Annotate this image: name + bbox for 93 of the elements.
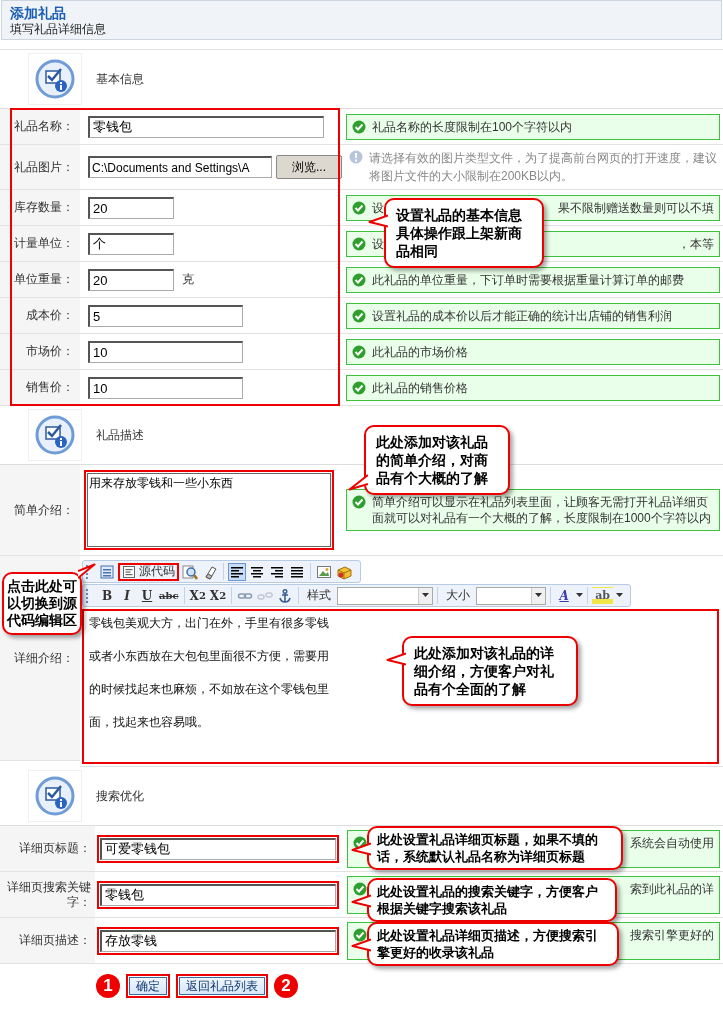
field-label: 库存数量： xyxy=(14,200,74,215)
check-icon xyxy=(352,344,366,359)
hint-text: 果不限制赠送数量则可以不填 xyxy=(558,199,714,216)
document-icon[interactable] xyxy=(99,563,115,580)
callout-text: 此处设置礼品详细页描述，方便搜索引擎更好的收录该礼品 xyxy=(377,927,599,961)
dropdown-label: 样式 xyxy=(307,587,332,604)
hint-text: 此礼品的销售价格 xyxy=(372,379,468,396)
field-label: 计量单位： xyxy=(14,236,74,251)
field-label: 礼品名称： xyxy=(14,119,74,134)
input-field[interactable]: 20 xyxy=(88,196,174,219)
field-label: 成本价： xyxy=(26,308,74,323)
field-label: 礼品图片： xyxy=(14,159,74,175)
field-label: 详细页描述： xyxy=(19,933,91,948)
check-icon xyxy=(352,308,366,323)
callout-text: 设置礼品的基本信息具体操作跟上架新商品相同 xyxy=(396,206,523,260)
input-field[interactable]: 零钱包 xyxy=(100,883,336,906)
section-title: 搜索优化 xyxy=(96,787,144,805)
caret-icon xyxy=(615,593,623,598)
hint-text: ，本等 xyxy=(678,235,714,252)
input-field[interactable]: 个 xyxy=(88,232,174,255)
input-field[interactable]: 10 xyxy=(88,376,243,399)
hint-text: 设 xyxy=(372,235,384,252)
field-label: 详细页搜索关键字： xyxy=(6,879,91,910)
anchor-icon[interactable] xyxy=(277,587,294,604)
callout-text: 点击此处可以切换到源代码编辑区 xyxy=(7,578,77,629)
highlight-button[interactable]: ab xyxy=(592,586,613,605)
field-label: 销售价： xyxy=(26,380,74,395)
checkbox-info-icon xyxy=(35,776,75,816)
unit-label: 克 xyxy=(182,271,194,288)
editor-paragraph: 的时候找起来也麻烦，不如放在这个零钱包里 xyxy=(89,681,329,697)
bold-button[interactable]: B xyxy=(98,586,116,605)
back-button[interactable]: 返回礼品列表 xyxy=(176,974,268,998)
confirm-button[interactable]: 确定 xyxy=(126,974,170,998)
input-field[interactable]: 10 xyxy=(88,340,243,363)
hint-text: 请选择有效的图片类型文件，为了提高前台网页的打开速度，建议将图片文件的大小限制在200KB以内。 xyxy=(369,151,717,183)
caret-icon xyxy=(422,593,430,598)
section-title: 礼品描述 xyxy=(96,426,144,444)
callout-text: 此处添加对该礼品的简单介绍，对商品有个大概的了解 xyxy=(376,433,489,487)
editor-paragraph: 或者小东西放在大包包里面很不方便，需要用 xyxy=(89,648,329,664)
info-icon xyxy=(349,150,363,164)
input-field[interactable]: 可爱零钱包 xyxy=(100,837,336,860)
check-icon xyxy=(352,236,366,251)
hint-text: 系统会自动使用 xyxy=(630,834,714,851)
underline-button[interactable]: U xyxy=(138,586,156,605)
field-label: 市场价： xyxy=(26,344,74,359)
dropdown-field[interactable] xyxy=(476,586,547,605)
input-field[interactable]: 存放零钱 xyxy=(100,929,336,952)
field-label: 单位重量： xyxy=(14,272,74,287)
field-label: 详细页标题： xyxy=(19,841,91,856)
hint-text: 索到此礼品的详 xyxy=(630,880,714,897)
editor-paragraph: 面，找起来也容易哦。 xyxy=(89,714,209,730)
hint-text: 此礼品的单位重量，下订单时需要根据重量计算订单的邮费 xyxy=(372,271,684,288)
browse-button[interactable]: 浏览... xyxy=(276,155,342,179)
hint-text: 设置礼品的成本价以后才能正确的统计出店铺的销售利润 xyxy=(372,307,672,324)
magnifier-icon[interactable] xyxy=(182,563,198,580)
hint-text: 简单介绍可以显示在礼品列表里面，让顾客无需打开礼品详细页面就可以对礼品有一个大概的了解，长度限制在1000个字符以内 xyxy=(372,494,712,526)
caret-icon xyxy=(535,593,543,598)
checkbox-info-icon xyxy=(35,415,75,455)
callout-text: 此处设置礼品的搜索关键字，方便客户根据关键字搜索该礼品 xyxy=(377,883,599,917)
check-icon xyxy=(352,119,366,134)
source-code-button[interactable]: 源代码 xyxy=(118,562,179,581)
page-lines-icon xyxy=(122,564,136,579)
input-field[interactable]: 20 xyxy=(88,268,174,291)
check-icon xyxy=(352,200,366,215)
font-color-button[interactable]: A xyxy=(555,586,574,605)
field-label: 详细介绍： xyxy=(14,650,74,666)
input-field[interactable]: C:\Documents and Settings\A xyxy=(88,156,272,178)
editor-paragraph: 零钱包美观大方，出门在外，手里有很多零钱 xyxy=(89,615,329,631)
hint-text: 此礼品的市场价格 xyxy=(372,343,468,360)
check-icon xyxy=(352,380,366,395)
caret-icon xyxy=(576,593,584,598)
number-badge: 2 xyxy=(274,974,298,998)
image-icon[interactable] xyxy=(316,563,332,580)
check-icon xyxy=(352,272,366,287)
callout-text: 此处设置礼品详细页标题，如果不填的话，系统默认礼品名称为详细页标题 xyxy=(377,831,599,865)
hint-text: 礼品名称的长度限制在100个字符以内 xyxy=(372,118,573,135)
input-field[interactable]: 零钱包 xyxy=(88,115,324,138)
section-title: 基本信息 xyxy=(96,70,144,88)
checkbox-info-icon xyxy=(35,59,75,99)
italic-button[interactable]: I xyxy=(118,586,136,605)
check-icon xyxy=(352,495,366,509)
page-subtitle: 填写礼品详细信息 xyxy=(10,22,107,37)
field-label: 简单介绍： xyxy=(14,502,74,518)
text-area[interactable]: 用来存放零钱和一些小东西 xyxy=(84,470,334,550)
number-badge: 1 xyxy=(96,974,120,998)
input-field[interactable]: 5 xyxy=(88,304,243,327)
page-title: 添加礼品 xyxy=(10,5,67,22)
dropdown-field[interactable] xyxy=(337,586,434,605)
strikethrough-button[interactable]: abc xyxy=(158,586,180,605)
hint-text: 设 xyxy=(372,199,384,216)
dropdown-label: 大小 xyxy=(446,587,471,604)
hint-text: 搜索引擎更好的 xyxy=(630,926,714,943)
callout-text: 此处添加对该礼品的详细介绍，方便客户对礼品有个全面的了解 xyxy=(414,644,555,698)
